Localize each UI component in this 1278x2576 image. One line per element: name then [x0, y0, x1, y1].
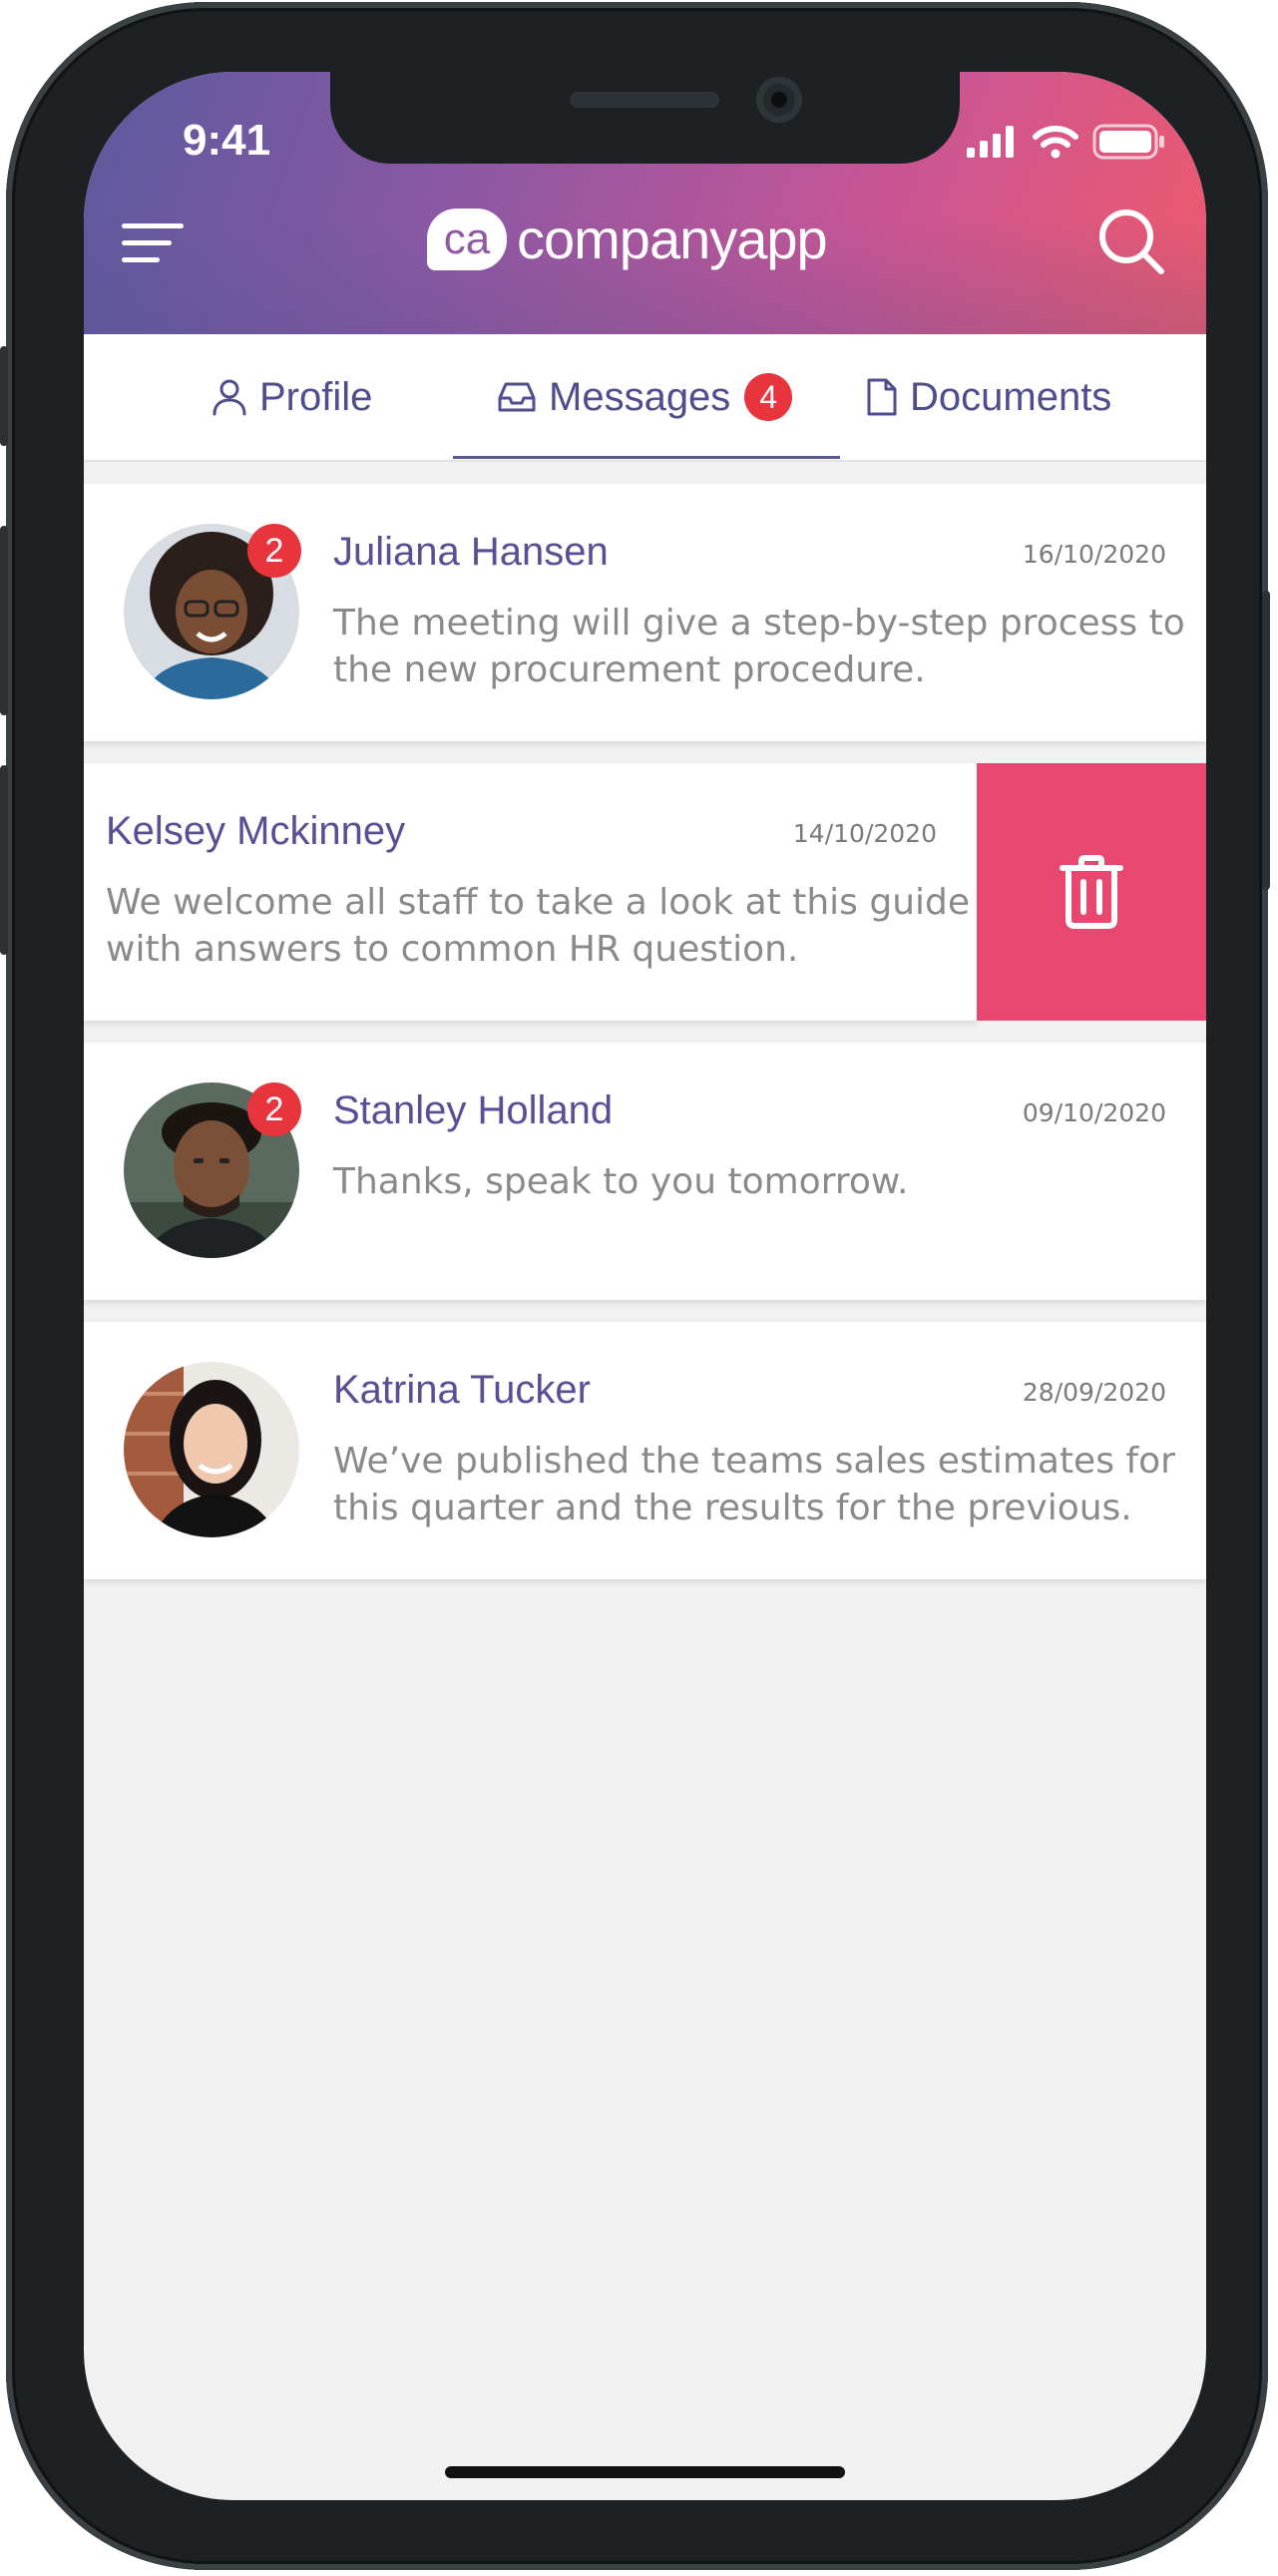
message-preview-line: Thanks, speak to you tomorrow. [333, 1161, 909, 1202]
trash-icon [1060, 855, 1123, 929]
speaker [570, 92, 719, 108]
avatar [124, 1362, 299, 1537]
message-date: 28/09/2020 [1022, 1378, 1166, 1407]
person-icon [213, 379, 246, 416]
logo-text: companyapp [517, 208, 828, 270]
delete-button[interactable] [977, 763, 1206, 1021]
status-time: 9:41 [183, 116, 271, 165]
message-content[interactable]: Kelsey Mckinney 14/10/2020 We welcome al… [84, 763, 977, 1021]
message-item[interactable]: 2 Stanley Holland 09/10/2020 Thanks, spe… [84, 1043, 1206, 1300]
message-item-swiped[interactable]: Kelsey Mckinney 14/10/2020 We welcome al… [84, 763, 1206, 1021]
power-button [1262, 591, 1270, 890]
tab-messages[interactable]: Messages 4 [497, 334, 793, 460]
message-preview-line: with answers to common HR question. [106, 929, 799, 970]
sender-name: Juliana Hansen [333, 530, 609, 574]
volume-up-button [0, 526, 8, 715]
inbox-icon [498, 382, 536, 412]
signal-icon [967, 126, 1014, 158]
tab-documents[interactable]: Documents [866, 334, 1111, 460]
message-item[interactable]: 2 Juliana Hansen 16/10/2020 The meeting … [84, 484, 1206, 741]
sender-name: Katrina Tucker [333, 1368, 591, 1412]
sender-name: Kelsey Mckinney [106, 809, 406, 853]
unread-badge: 2 [247, 1082, 301, 1136]
wifi-icon [1033, 126, 1078, 159]
active-tab-indicator [453, 456, 840, 459]
message-item[interactable]: Katrina Tucker 28/09/2020 We’ve publishe… [84, 1322, 1206, 1579]
document-icon [867, 378, 897, 416]
tab-messages-label: Messages [549, 374, 731, 419]
unread-badge: 2 [247, 524, 301, 578]
tab-profile-label: Profile [259, 374, 373, 419]
message-date: 09/10/2020 [1022, 1098, 1166, 1127]
company-logo: ca companyapp [427, 205, 828, 274]
message-preview-line: this quarter and the results for the pre… [333, 1488, 1132, 1528]
search-icon[interactable] [1095, 206, 1165, 275]
volume-down-button [0, 765, 8, 955]
messages-count-badge: 4 [744, 373, 793, 421]
tab-bar: Profile Messages 4 Documents [84, 334, 1206, 462]
message-preview-line: The meeting will give a step-by-step pro… [333, 603, 1185, 644]
phone-frame: 9:41 ca companyapp Profile Messages 4 Do… [0, 2, 1270, 2570]
notch [330, 72, 960, 164]
sender-name: Stanley Holland [333, 1088, 614, 1132]
app-screen: 9:41 ca companyapp Profile Messages 4 Do… [84, 72, 1206, 2500]
battery-icon [1092, 124, 1164, 160]
message-date: 14/10/2020 [792, 819, 937, 848]
message-date: 16/10/2020 [1022, 540, 1166, 569]
message-preview-line: We’ve published the teams sales estimate… [333, 1441, 1175, 1482]
tab-documents-label: Documents [910, 374, 1112, 419]
home-indicator[interactable] [445, 2466, 845, 2478]
tab-profile[interactable]: Profile [212, 334, 372, 460]
status-icons [967, 122, 1166, 162]
message-preview-line: the new procurement procedure. [333, 649, 926, 690]
front-camera [756, 77, 802, 123]
message-preview-line: We welcome all staff to take a look at t… [106, 882, 971, 923]
logo-badge: ca [427, 209, 507, 270]
menu-icon[interactable] [122, 219, 186, 267]
silent-switch [0, 346, 8, 446]
